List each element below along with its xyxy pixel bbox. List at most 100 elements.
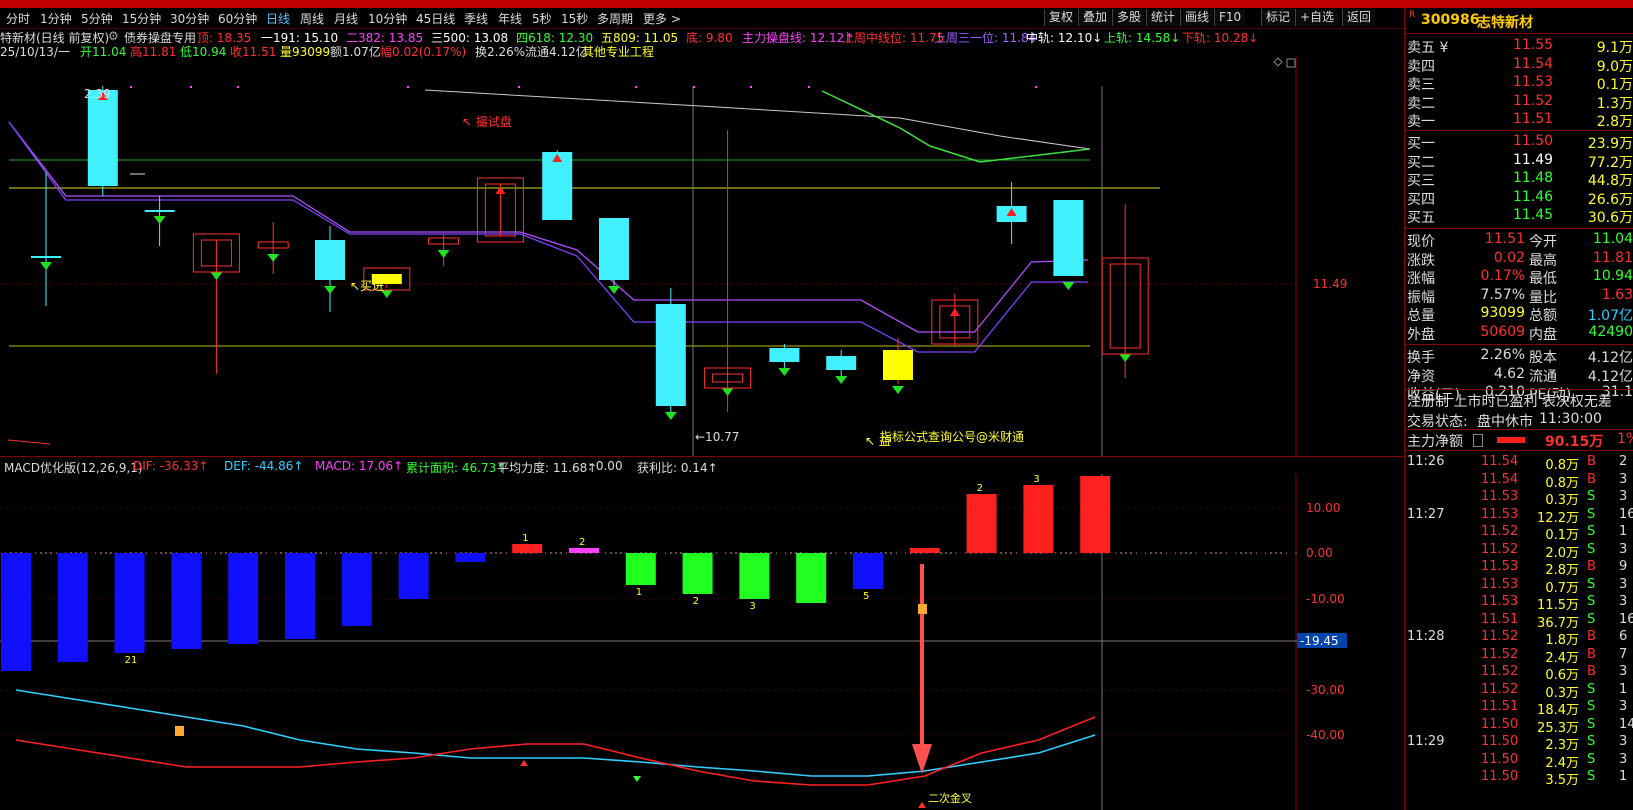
tab-10[interactable]: 45日线 <box>416 10 455 27</box>
tick-price: 11.52 <box>1481 664 1519 679</box>
tab-16[interactable]: 更多 > <box>643 10 681 27</box>
ask-row: 卖二 11.52 1.3万 <box>1405 93 1633 112</box>
stat-value: 11.51 <box>1484 231 1525 247</box>
sell-arrow-icon <box>437 250 450 258</box>
tab-9[interactable]: 10分钟 <box>368 10 407 27</box>
macd-bar-label: 3 <box>749 601 755 612</box>
window-icon[interactable] <box>1286 58 1296 68</box>
macd-bar <box>398 553 429 599</box>
toolbar-button-6[interactable]: 标记 <box>1261 9 1295 26</box>
tick-side: S <box>1587 541 1596 557</box>
stat-label: 涨幅 <box>1407 271 1435 287</box>
notice-text: 注册制 上市时已盈利 表决权无差 <box>1407 394 1612 410</box>
chart-area[interactable]: 特新材(日线 前复权) ⚙ 债券操盘专用 顶: 18.35 一191: 15.10… <box>0 28 1403 810</box>
tick-volume: 2.0万 <box>1545 545 1579 561</box>
tab-15[interactable]: 多周期 <box>597 10 633 27</box>
tick-price: 11.52 <box>1481 541 1519 557</box>
ask-volume: 2.8万 <box>1596 114 1633 130</box>
bid-row: 买五 11.45 30.6万 <box>1405 207 1633 226</box>
tick-volume: 2.3万 <box>1545 738 1579 753</box>
gear-icon[interactable]: ⚙ <box>108 29 119 43</box>
tab-8[interactable]: 月线 <box>334 10 358 27</box>
quote-panel: R 300986 志特新材 卖五 ¥ 11.55 9.1万 卖四 11.54 9.0万 卖三… <box>1404 8 1633 810</box>
flow-pct: 1% <box>1617 431 1633 447</box>
tab-0[interactable]: 分时 <box>6 10 30 27</box>
macd-bar-label: 21 <box>125 655 138 666</box>
macd-bar <box>114 553 145 653</box>
status-value: 盘中休市 <box>1477 414 1533 430</box>
stat-label: 换手 <box>1407 350 1435 366</box>
ask-row: 卖五 ¥ 11.55 9.1万 <box>1405 37 1633 56</box>
ask-row: 卖三 11.53 0.1万 <box>1405 74 1633 93</box>
macd-bar <box>341 553 372 626</box>
tab-11[interactable]: 季线 <box>464 10 488 27</box>
tick-time: 11:28 <box>1407 629 1445 644</box>
bid-price: 11.45 <box>1513 207 1554 223</box>
ask-price: 11.55 <box>1513 37 1554 53</box>
toolbar-button-2[interactable]: 多股 <box>1112 9 1146 26</box>
pane-divider <box>0 456 1403 457</box>
tab-13[interactable]: 5秒 <box>532 10 552 27</box>
macd-bar <box>909 548 940 553</box>
tick-row: 11.52 2.4万 B 7 <box>1405 647 1633 666</box>
tab-6[interactable]: 日线 <box>266 10 290 27</box>
ask-label: 卖三 <box>1407 77 1435 93</box>
stat-label: 最低 <box>1529 271 1557 287</box>
stat-value: 93099 <box>1480 305 1525 321</box>
flow-label[interactable]: 主力净额 <box>1407 431 1463 451</box>
stat-value: 10.94 <box>1592 268 1633 284</box>
arrow-head-icon <box>912 744 932 774</box>
toolbar-button-3[interactable]: 统计 <box>1146 9 1180 26</box>
list-icon[interactable] <box>1473 434 1483 447</box>
tick-price: 11.51 <box>1481 611 1519 627</box>
candlestick-chart[interactable]: 2.39 ←10.77 ↖ 撮试盘 ↖买进指标公式查询公号@米财通↖ 益 11.49 <box>0 56 1403 456</box>
tab-1[interactable]: 1分钟 <box>40 10 72 27</box>
tick-volume: 1.8万 <box>1545 633 1579 648</box>
tick-row: 11.52 2.0万 S 3 <box>1405 541 1633 561</box>
tab-4[interactable]: 30分钟 <box>170 10 209 27</box>
toolbar-button-7[interactable]: +自选 <box>1295 9 1339 26</box>
sell-arrow-icon <box>153 216 166 224</box>
tick-volume: 36.7万 <box>1537 615 1579 631</box>
toolbar-button-1[interactable]: 叠加 <box>1078 9 1112 26</box>
tick-volume: 3.5万 <box>1545 773 1579 788</box>
toolbar-button-5[interactable]: F10 <box>1214 9 1246 26</box>
tick-row: 11.53 0.3万 S 3 <box>1405 489 1633 508</box>
ask-volume: 0.1万 <box>1596 77 1633 93</box>
tab-5[interactable]: 60分钟 <box>218 10 257 27</box>
stat-label: 涨跌 <box>1407 252 1435 269</box>
toolbar-button-0[interactable]: 复权 <box>1044 9 1078 26</box>
bid-row: 买四 11.46 26.6万 <box>1405 189 1633 208</box>
annotation-low-price: ←10.77 <box>695 430 739 444</box>
tab-3[interactable]: 15分钟 <box>122 10 161 27</box>
diamond-icon[interactable] <box>1273 57 1283 67</box>
toolbar-button-4[interactable]: 画线 <box>1180 9 1214 26</box>
ask-volume: 9.0万 <box>1596 58 1633 75</box>
bid-label: 买三 <box>1407 173 1435 189</box>
macd-chart[interactable]: 10.000.00-10.00-20.00-30.00-40.00-19.452… <box>0 474 1403 810</box>
macd-bar <box>853 553 883 589</box>
stat-value: 0.02 <box>1493 249 1525 266</box>
toolbar-button-8[interactable]: 返回 <box>1342 9 1376 26</box>
tab-12[interactable]: 年线 <box>498 10 522 27</box>
marker-dot <box>407 86 409 88</box>
tick-price: 11.50 <box>1481 716 1519 732</box>
tick-row: 11.54 0.8万 B 3 <box>1405 472 1633 491</box>
tab-7[interactable]: 周线 <box>300 10 324 27</box>
macd-value: DEF: -44.86↑ <box>224 459 304 473</box>
tick-row: 11.50 25.3万 S 14 <box>1405 716 1633 736</box>
bid-label: 买四 <box>1407 191 1435 208</box>
macd-bar <box>1080 476 1111 553</box>
tab-14[interactable]: 15秒 <box>561 10 588 27</box>
macd-value: DIF: -36.33↑ <box>133 459 209 473</box>
quote-divider <box>1405 33 1633 34</box>
period-menu-bar: 分时 1分钟 5分钟 15分钟 30分钟 60分钟 日线 周线 月线 10分钟 45日线 季线 年线 5秒… <box>0 8 1633 29</box>
stat-value: 4.12亿 <box>1587 350 1633 366</box>
sell-arrow-icon <box>324 286 336 294</box>
sell-arrow-icon <box>778 368 791 376</box>
tick-row: 11.51 18.4万 S 3 <box>1405 699 1633 718</box>
candle-body <box>883 350 913 380</box>
tick-row: 11:27 11.53 12.2万 S 16 <box>1405 507 1633 526</box>
tab-2[interactable]: 5分钟 <box>81 10 113 27</box>
bid-label: 买二 <box>1407 154 1435 171</box>
